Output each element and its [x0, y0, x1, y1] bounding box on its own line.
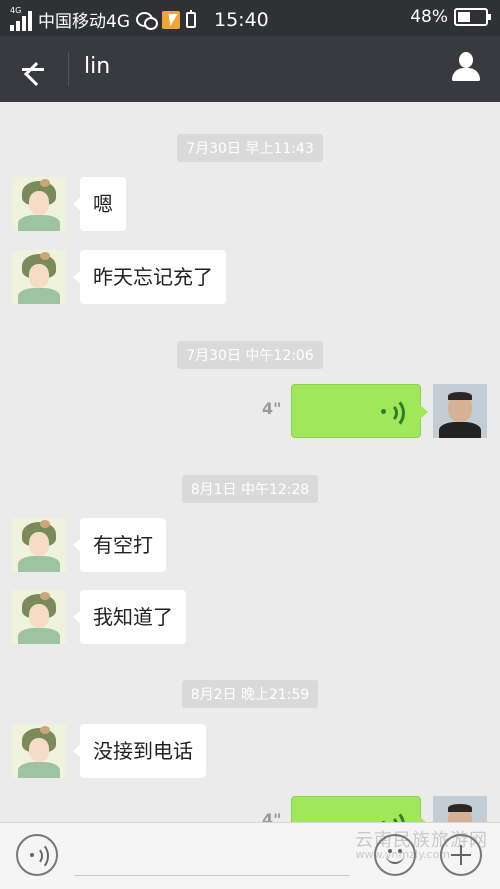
message-input[interactable] [74, 875, 350, 876]
contact-avatar[interactable] [12, 590, 66, 644]
charging-icon [186, 9, 196, 28]
contact-avatar[interactable] [12, 518, 66, 572]
timestamp: 8月1日 中午12:28 [0, 475, 500, 503]
outgoing-voice-message[interactable] [291, 384, 428, 438]
contact-avatar[interactable] [12, 250, 66, 304]
battery-icon [454, 8, 491, 26]
battery-percent: 48% [410, 7, 448, 27]
contact-avatar[interactable] [12, 177, 66, 231]
incoming-message-bubble[interactable]: 昨天忘记充了 [73, 250, 226, 304]
chat-title: lin [84, 54, 111, 79]
voice-duration: 4" [262, 399, 282, 418]
voice-wave-icon [380, 397, 406, 429]
incoming-message-bubble[interactable]: 嗯 [73, 177, 126, 231]
signal-icon: 4G [10, 5, 32, 31]
chat-info-button[interactable] [450, 50, 482, 84]
timestamp: 7月30日 中午12:06 [0, 341, 500, 369]
carrier-label: 中国移动4G [38, 12, 130, 32]
my-avatar[interactable] [433, 384, 487, 438]
timestamp: 8月2日 晚上21:59 [0, 680, 500, 708]
status-bar: 4G 中国移动4G 15:40 48% [0, 0, 500, 36]
back-button[interactable] [16, 52, 50, 87]
header-divider [68, 52, 69, 86]
chat-header: lin [0, 36, 500, 102]
wechat-icon [136, 11, 158, 30]
incoming-message-bubble[interactable]: 有空打 [73, 518, 166, 572]
contact-avatar[interactable] [12, 724, 66, 778]
watermark-url: www.ynmzly.com [355, 848, 450, 861]
incoming-message-bubble[interactable]: 没接到电话 [73, 724, 206, 778]
timestamp: 7月30日 早上11:43 [0, 134, 500, 162]
notification-icon [162, 10, 180, 29]
network-type-badge: 4G [10, 5, 22, 15]
clock: 15:40 [214, 8, 269, 31]
voice-input-button[interactable] [16, 834, 58, 876]
incoming-message-bubble[interactable]: 我知道了 [73, 590, 186, 644]
